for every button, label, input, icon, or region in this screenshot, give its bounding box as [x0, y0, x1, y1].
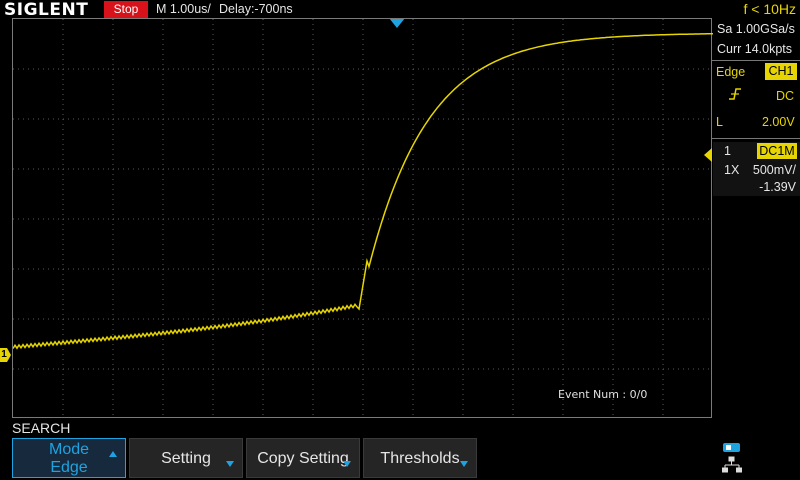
chevron-down-icon — [460, 461, 468, 467]
trigger-type[interactable]: Edge — [716, 65, 745, 79]
event-num-readout: Event Num : 0/0 — [558, 388, 648, 401]
run-stop-status[interactable]: Stop — [104, 1, 148, 18]
chevron-down-icon — [226, 461, 234, 467]
usb-icon — [723, 443, 740, 452]
channel-scale: 500mV/ — [752, 163, 796, 177]
channel-number: 1 — [724, 144, 731, 158]
memory-depth: Curr 14.0kpts — [717, 42, 793, 56]
menu-title: SEARCH — [12, 420, 71, 436]
sample-rate: Sa 1.00GSa/s — [717, 22, 795, 36]
frequency-readout: f < 10Hz — [743, 1, 796, 17]
thresholds-softkey[interactable]: Thresholds — [363, 438, 477, 478]
divider — [712, 138, 800, 139]
trigger-level-marker[interactable] — [704, 148, 712, 162]
rising-edge-icon — [729, 88, 741, 100]
delay-readout: Delay:-700ns — [219, 2, 293, 16]
network-icon — [722, 456, 742, 473]
trigger-level-value: 2.00V — [762, 115, 795, 129]
chevron-up-icon — [109, 451, 117, 457]
grid-svg — [13, 19, 713, 419]
mode-softkey[interactable]: Mode Edge — [12, 438, 126, 478]
timebase-readout: M 1.00us/ — [156, 2, 211, 16]
brand-logo: SIGLENT — [4, 0, 89, 20]
channel-mode: DC1M — [757, 143, 797, 159]
top-status-bar: SIGLENT Stop M 1.00us/ Delay:-700ns f < … — [0, 0, 800, 20]
status-icons — [722, 443, 742, 473]
divider — [712, 60, 800, 61]
copy-setting-softkey[interactable]: Copy Setting — [246, 438, 360, 478]
ch1-marker-label: 1 — [1, 349, 7, 360]
channel-offset: -1.39V — [759, 180, 796, 194]
ch1-waveform — [13, 33, 713, 350]
trigger-level-label: L — [716, 115, 723, 129]
trigger-source[interactable]: CH1 — [765, 63, 797, 80]
ch1-ground-marker[interactable]: 1 — [0, 348, 11, 362]
channel-probe: 1X — [724, 163, 740, 177]
waveform-grid[interactable] — [12, 18, 713, 419]
mode-softkey-value: Edge — [50, 459, 88, 476]
chevron-down-icon — [343, 461, 351, 467]
setting-softkey[interactable]: Setting — [129, 438, 243, 478]
trigger-coupling: DC — [776, 89, 795, 103]
